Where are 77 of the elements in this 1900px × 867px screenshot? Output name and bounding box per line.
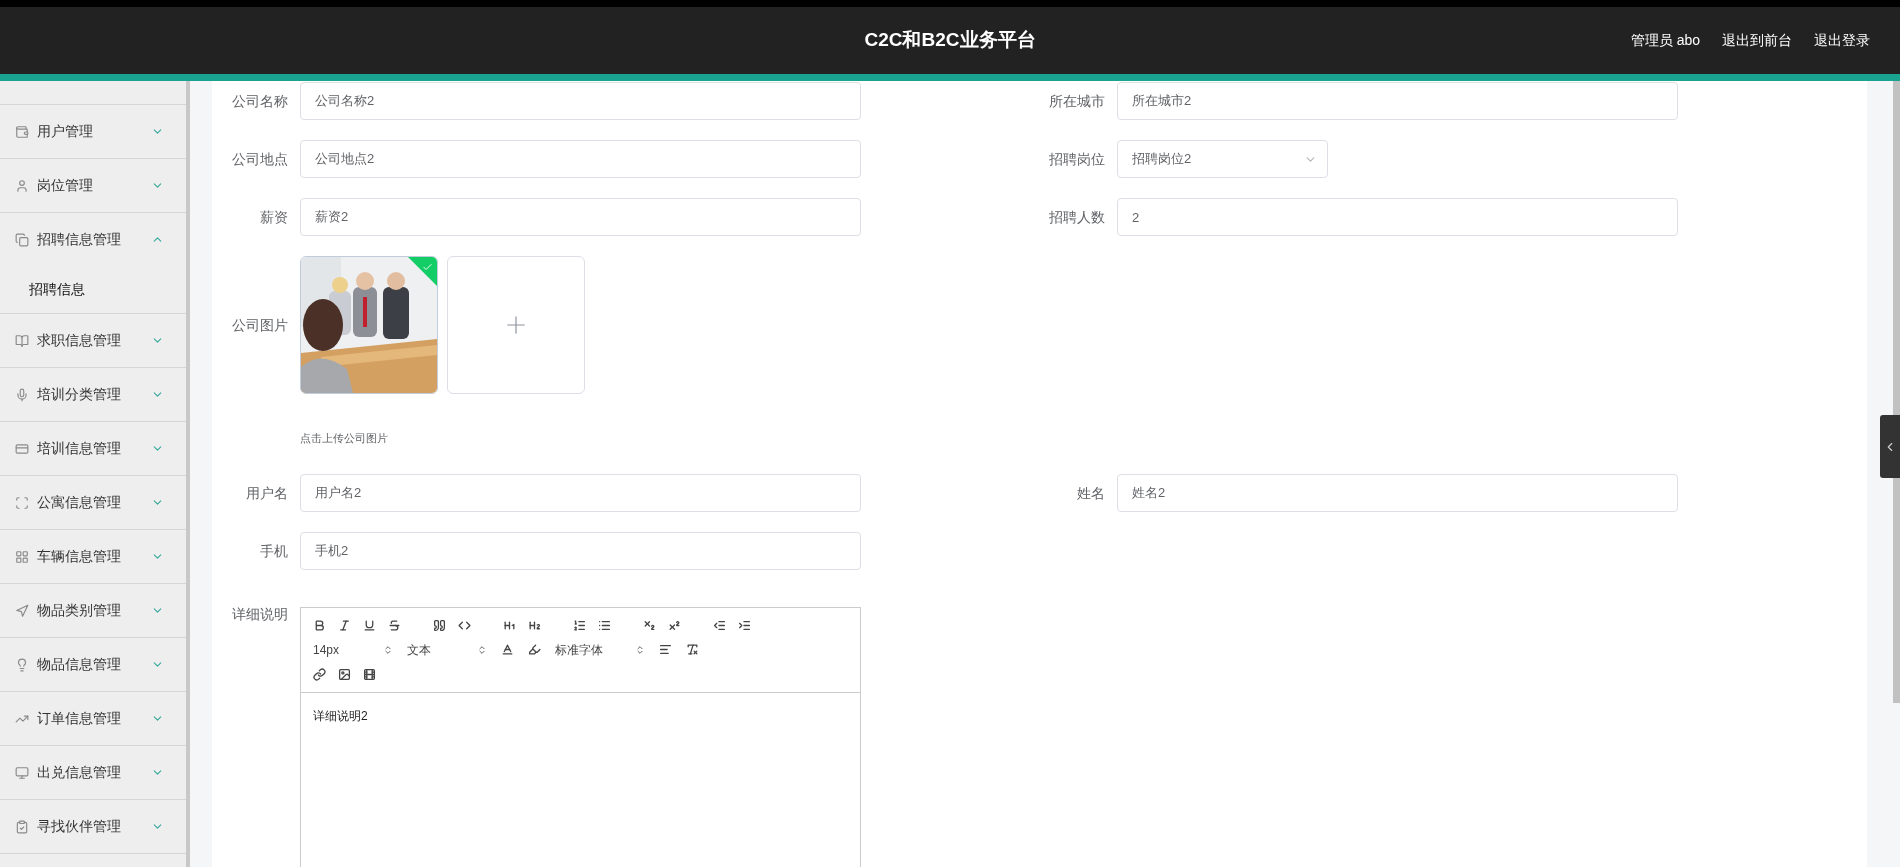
outdent-icon[interactable]: [713, 618, 726, 632]
clear-format-icon[interactable]: [686, 643, 699, 656]
subscript-icon[interactable]: [643, 618, 656, 632]
sidebar-item[interactable]: 订单信息管理: [0, 692, 186, 745]
strikethrough-icon[interactable]: [388, 618, 401, 632]
sidebar-item[interactable]: 物品信息管理: [0, 638, 186, 691]
superscript-icon[interactable]: [668, 618, 681, 632]
sidebar-item[interactable]: 物品类别管理: [0, 584, 186, 637]
sidebar-item[interactable]: 用户管理: [0, 105, 186, 158]
sidebar-item[interactable]: 车辆信息管理: [0, 530, 186, 583]
sidebar-item[interactable]: 寻找伙伴管理: [0, 800, 186, 853]
highlight-icon[interactable]: [528, 643, 541, 656]
upload-hint: 点击上传公司图片: [300, 431, 389, 446]
align-icon[interactable]: [659, 643, 672, 656]
sidebar-item[interactable]: 培训分类管理: [0, 368, 186, 421]
text-field[interactable]: 用户名2: [300, 473, 861, 512]
video-icon[interactable]: [363, 667, 376, 681]
field-label: 招聘岗位: [1048, 150, 1105, 169]
sidebar-item[interactable]: 出兑信息管理: [0, 746, 186, 799]
sidebar-item[interactable]: 培训信息管理: [0, 422, 186, 475]
text-field[interactable]: 2: [1117, 198, 1678, 236]
indent-icon[interactable]: [738, 618, 751, 632]
dropdown-picker[interactable]: 文本: [407, 640, 487, 659]
bold-icon[interactable]: [313, 618, 326, 632]
select-field[interactable]: 招聘岗位2: [1117, 140, 1328, 178]
header-link[interactable]: 退出到前台: [1722, 30, 1792, 51]
app-title: C2C和B2C业务平台: [864, 28, 1036, 53]
field-label: 用户名: [245, 483, 288, 503]
text-field[interactable]: 公司名称2: [300, 82, 861, 120]
field-label: 薪资: [259, 208, 288, 227]
up-down-icon: [477, 644, 487, 655]
copy-icon: [15, 232, 29, 247]
monitor-icon: [15, 765, 29, 780]
clipboard-icon: [15, 819, 29, 834]
wallet-icon: [15, 124, 29, 139]
user-icon: [15, 178, 29, 193]
header-link[interactable]: 退出登录: [1814, 30, 1870, 51]
card-icon: [15, 441, 29, 456]
field-label: 公司图片: [231, 316, 288, 335]
field-label: 公司地点: [231, 150, 288, 169]
dropdown-picker[interactable]: 14px: [313, 640, 393, 659]
image-icon[interactable]: [338, 667, 351, 681]
text-field[interactable]: 姓名2: [1117, 473, 1678, 512]
up-down-icon: [383, 644, 393, 655]
sidebar-item[interactable]: 岗位管理: [0, 159, 186, 212]
header-link[interactable]: 管理员 abo: [1630, 30, 1700, 51]
field-label: 招聘人数: [1048, 208, 1105, 227]
navigation-icon: [15, 603, 29, 618]
field-label: 公司名称: [231, 92, 288, 111]
scrollbar[interactable]: [1893, 81, 1900, 703]
text-field[interactable]: 所在城市2: [1117, 82, 1678, 120]
link-icon[interactable]: [313, 667, 326, 681]
field-label: 姓名: [1076, 483, 1105, 503]
dropdown-picker[interactable]: 标准字体: [555, 640, 645, 659]
text-field[interactable]: 手机2: [300, 531, 861, 570]
editor-text[interactable]: 详细说明2: [313, 708, 368, 723]
up-down-icon: [635, 644, 645, 655]
book-icon: [15, 333, 29, 348]
field-label: 所在城市: [1048, 92, 1105, 111]
frame-icon: [15, 495, 29, 510]
text-field[interactable]: 薪资2: [300, 198, 861, 236]
sidebar-item[interactable]: 公寓信息管理: [0, 476, 186, 529]
list-icon[interactable]: [598, 618, 611, 632]
microphone-icon: [15, 387, 29, 402]
lightbulb-icon: [15, 657, 29, 672]
ordered-list-icon[interactable]: [573, 618, 586, 632]
sidebar-item[interactable]: 求职信息管理: [0, 314, 186, 367]
text-color-icon[interactable]: [501, 643, 514, 656]
quote-icon[interactable]: [433, 618, 446, 632]
text-field[interactable]: 公司地点2: [300, 140, 861, 178]
field-label: 详细说明: [231, 604, 288, 624]
sidebar-item[interactable]: 招聘信息管理: [0, 213, 186, 266]
grid-icon: [15, 549, 29, 564]
field-label: 手机: [259, 541, 288, 561]
italic-icon[interactable]: [338, 618, 351, 632]
submenu-item[interactable]: 招聘信息: [0, 266, 186, 313]
underline-icon[interactable]: [363, 618, 376, 632]
